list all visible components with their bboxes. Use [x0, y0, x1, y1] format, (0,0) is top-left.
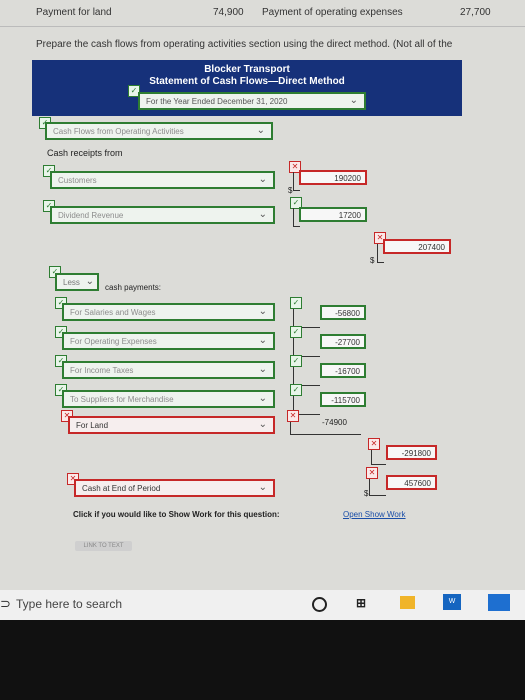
- link-to-text-button[interactable]: LINK TO TEXT: [75, 541, 132, 551]
- end-period-amount[interactable]: 457600: [386, 475, 437, 490]
- payment-land-amount[interactable]: -74900: [322, 418, 347, 427]
- period-select[interactable]: For the Year Ended December 31, 2020 ⌄: [138, 92, 366, 110]
- payments-label: cash payments:: [105, 283, 162, 292]
- payment-land-select[interactable]: For Land ⌄: [68, 416, 275, 434]
- error-x-icon: ✕: [366, 467, 378, 479]
- payment-opex-select[interactable]: For Operating Expenses ⌄: [62, 332, 275, 350]
- chevron-down-icon: ⌄: [258, 209, 267, 220]
- payment-salaries-value: For Salaries and Wages: [70, 308, 156, 317]
- file-explorer-icon[interactable]: [400, 596, 415, 609]
- receipt-dividend-amount[interactable]: 17200: [299, 207, 367, 222]
- receipts-total-amount[interactable]: 207400: [383, 239, 451, 254]
- payment-suppliers-amount[interactable]: -115700: [320, 392, 366, 407]
- chevron-down-icon: ⌄: [258, 174, 267, 185]
- period-select-value: For the Year Ended December 31, 2020: [146, 97, 288, 106]
- section-heading-value: Cash Flows from Operating Activities: [53, 127, 184, 136]
- payment-taxes-value: For Income Taxes: [70, 366, 134, 375]
- checkmark-icon: ✓: [290, 384, 302, 396]
- receipts-label: Cash receipts from: [47, 148, 123, 158]
- payment-opex-label: Payment of operating expenses: [262, 7, 403, 18]
- payment-land-label: Payment for land: [36, 7, 112, 18]
- store-icon[interactable]: W: [443, 594, 461, 610]
- dollar-sign: $: [364, 489, 369, 498]
- checkmark-icon: ✓: [290, 326, 302, 338]
- chevron-down-icon: ⌄: [258, 364, 267, 375]
- company-name: Blocker Transport: [204, 64, 290, 75]
- payment-land-value: For Land: [76, 421, 109, 430]
- cortana-icon[interactable]: [312, 597, 327, 612]
- calculator-icon[interactable]: [488, 594, 510, 611]
- search-icon[interactable]: ⊃: [0, 596, 11, 612]
- receipt-customers-select[interactable]: Customers ⌄: [50, 171, 275, 189]
- payment-opex-amount[interactable]: -27700: [320, 334, 366, 349]
- payment-taxes-select[interactable]: For Income Taxes ⌄: [62, 361, 275, 379]
- chevron-down-icon: ⌄: [258, 393, 267, 404]
- chevron-down-icon: ⌄: [349, 95, 358, 106]
- payment-opex-value: 27,700: [460, 7, 491, 18]
- monitor-bezel: [0, 620, 525, 700]
- payment-salaries-amount[interactable]: -56800: [320, 305, 366, 320]
- receipt-customers-value: Customers: [58, 176, 97, 185]
- chevron-down-icon: ⌄: [258, 335, 267, 346]
- input-bracket: [369, 479, 386, 496]
- error-x-icon: ✕: [368, 438, 380, 450]
- receipt-customers-amount[interactable]: 190200: [299, 170, 367, 185]
- section-heading-select[interactable]: Cash Flows from Operating Activities ⌄: [45, 122, 273, 140]
- chevron-down-icon: ⌄: [258, 482, 267, 493]
- payment-taxes-amount[interactable]: -16700: [320, 363, 366, 378]
- show-work-prompt: Click if you would like to Show Work for…: [73, 510, 280, 519]
- less-select-value: Less: [63, 278, 80, 287]
- task-view-icon[interactable]: ⊞: [356, 596, 366, 610]
- chevron-down-icon: ⌄: [256, 125, 265, 136]
- payment-salaries-select[interactable]: For Salaries and Wages ⌄: [62, 303, 275, 321]
- payment-suppliers-value: To Suppliers for Merchandise: [70, 395, 174, 404]
- instruction-text: Prepare the cash flows from operating ac…: [36, 39, 453, 50]
- receipt-dividend-select[interactable]: Dividend Revenue ⌄: [50, 206, 275, 224]
- input-bracket: [371, 450, 386, 465]
- payment-opex-value: For Operating Expenses: [70, 337, 157, 346]
- checkmark-icon: ✓: [290, 355, 302, 367]
- chevron-down-icon: ⌄: [258, 306, 267, 317]
- receipt-dividend-value: Dividend Revenue: [58, 211, 124, 220]
- payment-suppliers-select[interactable]: To Suppliers for Merchandise ⌄: [62, 390, 275, 408]
- payment-land-value: 74,900: [213, 7, 244, 18]
- payments-total-amount[interactable]: -291800: [386, 445, 437, 460]
- browser-screen: Payment for land 74,900 Payment of opera…: [0, 0, 525, 590]
- chevron-down-icon: ⌄: [258, 419, 267, 430]
- divider: [0, 26, 525, 27]
- dollar-sign: $: [288, 186, 293, 195]
- taskbar-search-input[interactable]: Type here to search: [16, 597, 122, 611]
- dollar-sign: $: [370, 256, 375, 265]
- checkmark-icon: ✓: [290, 297, 302, 309]
- less-select[interactable]: Less ⌄: [55, 273, 99, 291]
- end-period-value: Cash at End of Period: [82, 484, 161, 493]
- taskbar: ⊃ Type here to search ⊞ W: [0, 590, 525, 620]
- end-period-select[interactable]: Cash at End of Period ⌄: [74, 479, 275, 497]
- error-x-icon: ✕: [287, 410, 299, 422]
- chevron-down-icon: ⌄: [85, 276, 94, 287]
- show-work-link[interactable]: Open Show Work: [343, 510, 406, 519]
- statement-title: Statement of Cash Flows—Direct Method: [149, 76, 345, 87]
